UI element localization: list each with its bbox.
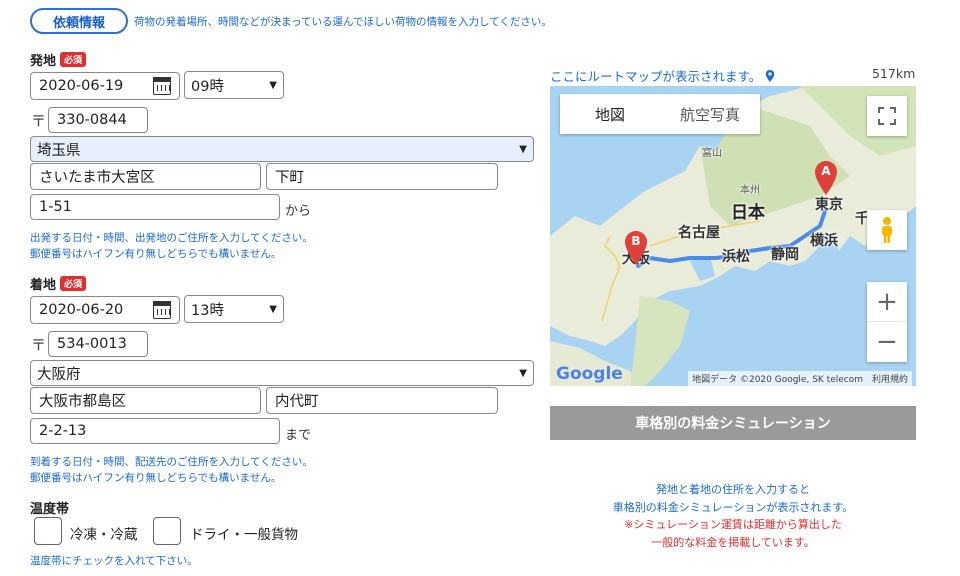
postal-mark: 〒 xyxy=(31,112,47,130)
arrival-note-line2: 郵便番号はハイフン有り無しどちらでも構いません。 xyxy=(30,472,282,484)
arrival-address-input[interactable]: 2-2-13 xyxy=(30,418,280,444)
map-label-shizuoka: 静岡 xyxy=(771,247,799,263)
chevron-down-icon: ▼ xyxy=(519,367,527,379)
departure-postal-input[interactable]: 330-0844 xyxy=(48,107,148,133)
arrival-label-text: 着地 xyxy=(30,278,57,293)
dry-label[interactable]: ドライ・一般貨物 xyxy=(190,523,298,543)
required-badge: 必須 xyxy=(60,52,87,67)
arrival-date-value: 2020-06-20 xyxy=(39,302,124,318)
google-logo: Google xyxy=(556,364,623,384)
street-view-button[interactable] xyxy=(867,210,907,250)
departure-suffix: から xyxy=(285,204,312,219)
intro-text: 荷物の発着場所、時間などが決まっている運んでほしい荷物の情報を入力してください。 xyxy=(134,16,552,28)
route-map[interactable]: 日本 東京 千 横浜 名古屋 大阪 浜松 静岡 富山 本州 A B 地図 航空写… xyxy=(550,86,916,386)
tab-request-info[interactable]: 依頼情報 xyxy=(30,8,128,34)
map-label-hamamatsu: 浜松 xyxy=(722,249,750,265)
pegman-icon xyxy=(882,217,892,243)
simulation-info-line3: ※シミュレーション運賃は距離から算出した xyxy=(624,518,842,531)
simulation-info-line1: 発地と着地の住所を入力すると xyxy=(656,483,810,496)
departure-prefecture-value: 埼玉県 xyxy=(37,142,81,159)
departure-town-input[interactable]: 下町 xyxy=(266,163,498,190)
map-type-tabs: 地図 航空写真 xyxy=(560,94,760,134)
zoom-controls: + − xyxy=(867,282,907,362)
simulation-info-line2: 車格別の料金シミュレーションが表示されます。 xyxy=(612,500,854,514)
departure-address-input[interactable]: 1-51 xyxy=(30,194,280,220)
postal-mark: 〒 xyxy=(31,336,47,354)
fullscreen-button[interactable] xyxy=(867,96,907,136)
frozen-label[interactable]: 冷凍・冷蔵 xyxy=(70,523,138,543)
zoom-in-button[interactable]: + xyxy=(867,282,907,322)
map-attribution[interactable]: 地図データ ©2020 Google, SK telecom 利用規約 xyxy=(688,371,912,386)
departure-label-text: 発地 xyxy=(30,54,57,69)
frozen-checkbox[interactable] xyxy=(34,517,62,545)
arrival-time-value: 13時 xyxy=(191,302,224,319)
map-label-toyama: 富山 xyxy=(702,148,722,159)
map-caption: ここにルートマップが表示されます。 xyxy=(550,66,775,85)
arrival-label: 着地 必須 xyxy=(30,274,87,293)
arrival-note-line1: 到着する日付・時間、配送先のご住所を入力してください。 xyxy=(30,456,313,468)
simulation-info: 発地と着地の住所を入力すると 車格別の料金シミュレーションが表示されます。 ※シ… xyxy=(550,481,916,551)
chevron-down-icon: ▼ xyxy=(269,79,277,91)
temperature-label: 温度帯 xyxy=(30,502,70,517)
fare-simulation-button[interactable]: 車格別の料金シミュレーション xyxy=(550,406,916,440)
chevron-down-icon: ▼ xyxy=(269,303,277,315)
route-distance: 517km xyxy=(872,66,916,81)
calendar-icon[interactable] xyxy=(153,77,171,95)
temperature-note: 温度帯にチェックを入れて下さい。 xyxy=(30,555,198,567)
arrival-town-input[interactable]: 内代町 xyxy=(266,387,498,414)
departure-note-line2: 郵便番号はハイフン有り無しどちらでも構いません。 xyxy=(30,248,282,260)
location-pin-icon xyxy=(766,70,775,82)
calendar-icon[interactable] xyxy=(153,301,171,319)
map-label-yokohama: 横浜 xyxy=(810,233,838,249)
departure-city-input[interactable]: さいたま市大宮区 xyxy=(30,163,261,190)
arrival-suffix: まで xyxy=(285,428,312,443)
simulation-info-line4: 一般的な料金を掲載しています。 xyxy=(651,535,815,549)
departure-time-value: 09時 xyxy=(191,78,224,95)
departure-label: 発地 必須 xyxy=(30,50,87,69)
arrival-postal-input[interactable]: 534-0013 xyxy=(48,331,148,357)
departure-date-input[interactable]: 2020-06-19 xyxy=(30,72,180,100)
departure-note-line1: 出発する日付・時間、出発地のご住所を入力してください。 xyxy=(30,232,313,244)
tab-satellite[interactable]: 航空写真 xyxy=(660,94,760,134)
zoom-out-button[interactable]: − xyxy=(867,322,907,362)
arrival-city-input[interactable]: 大阪市都島区 xyxy=(30,387,261,414)
arrival-date-input[interactable]: 2020-06-20 xyxy=(30,296,180,324)
map-label-nagoya: 名古屋 xyxy=(678,225,720,241)
chevron-down-icon: ▼ xyxy=(519,143,527,155)
fullscreen-icon xyxy=(878,107,896,125)
departure-date-value: 2020-06-19 xyxy=(39,78,124,94)
dry-checkbox[interactable] xyxy=(153,517,181,545)
tab-map[interactable]: 地図 xyxy=(560,94,660,134)
map-caption-text: ここにルートマップが表示されます。 xyxy=(550,69,762,84)
map-label-honshu: 本州 xyxy=(740,185,760,196)
marker-a-label: A xyxy=(821,164,831,178)
map-label-tokyo: 東京 xyxy=(815,197,843,213)
required-badge: 必須 xyxy=(60,276,87,291)
departure-note: 出発する日付・時間、出発地のご住所を入力してください。 郵便番号はハイフン有り無… xyxy=(30,230,313,262)
arrival-prefecture-value: 大阪府 xyxy=(37,366,81,383)
marker-b-label: B xyxy=(631,234,641,248)
arrival-time-select[interactable]: 13時 ▼ xyxy=(184,295,284,323)
arrival-prefecture-select[interactable]: 大阪府 ▼ xyxy=(30,360,534,386)
map-label-japan: 日本 xyxy=(731,203,765,223)
departure-time-select[interactable]: 09時 ▼ xyxy=(184,71,284,99)
departure-prefecture-select[interactable]: 埼玉県 ▼ xyxy=(30,136,534,162)
arrival-note: 到着する日付・時間、配送先のご住所を入力してください。 郵便番号はハイフン有り無… xyxy=(30,454,313,486)
